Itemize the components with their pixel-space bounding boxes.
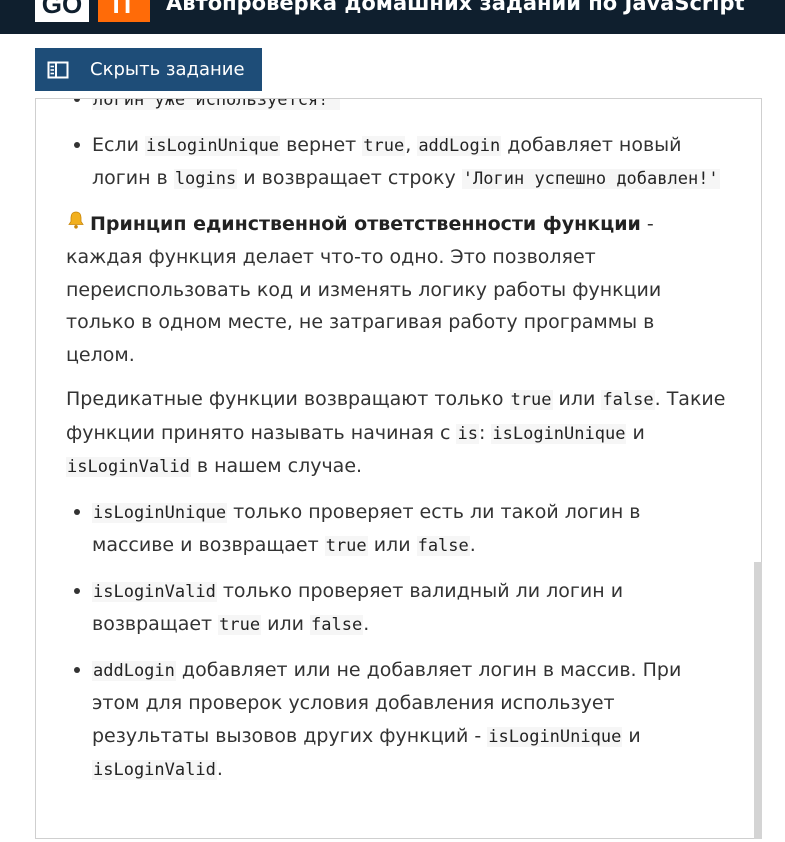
text: ,: [405, 133, 418, 156]
list-item: addLogin добавляет или не добавляет логи…: [66, 654, 726, 787]
logo-go: GO: [35, 0, 89, 22]
code: logins: [173, 169, 238, 189]
code: isLoginValid: [66, 457, 191, 477]
text: :: [478, 421, 492, 444]
code: isLoginUnique: [487, 726, 623, 747]
code: false: [310, 615, 364, 635]
principle-paragraph: Принцип единственной ответственности фун…: [66, 208, 726, 372]
code: true: [362, 135, 406, 156]
functions-list: isLoginUnique только проверяет есть ли т…: [66, 496, 726, 787]
scrollbar-thumb[interactable]: [754, 562, 762, 839]
hide-task-label: Скрыть задание: [90, 59, 245, 80]
code: true: [324, 536, 368, 556]
code: is: [456, 423, 479, 444]
text: Предикатные функции возвращают только: [66, 388, 510, 410]
top-header: GO IT Автопроверка домашних заданий по J…: [0, 0, 785, 34]
code: isLoginUnique: [92, 502, 228, 523]
book-open-icon: [47, 61, 69, 79]
list-item-cut: логин уже используется!': [66, 99, 726, 117]
text: в нашем случае.: [190, 455, 363, 477]
code: true: [509, 390, 553, 410]
bell-icon: [66, 209, 90, 242]
text: и: [622, 724, 641, 747]
code: true: [218, 615, 262, 635]
code: isLoginValid: [92, 760, 217, 780]
code: false: [416, 536, 470, 556]
text: .: [363, 613, 370, 635]
list-item: isLoginValid только проверяет валидный л…: [66, 575, 726, 642]
text: .: [216, 758, 223, 780]
list-item: Если isLoginUnique вернет true, addLogin…: [66, 129, 726, 196]
code: addLogin: [417, 135, 502, 156]
text: и возвращает строку: [237, 167, 462, 189]
code: false: [601, 390, 655, 410]
hide-task-button[interactable]: Скрыть задание: [35, 48, 262, 91]
logo-it: IT: [98, 0, 150, 22]
code: addLogin: [92, 660, 176, 681]
text: вернет: [280, 133, 363, 156]
text: и: [626, 421, 645, 444]
app-title: Автопроверка домашних заданий по JavaScr…: [166, 0, 745, 15]
list-item: isLoginUnique только проверяет есть ли т…: [66, 496, 726, 563]
code-cut: логин уже используется!': [92, 99, 340, 110]
goit-logo[interactable]: GO IT: [35, 0, 150, 22]
principle-text: - каждая функция делает что-то одно. Это…: [66, 212, 662, 366]
code: isLoginValid: [92, 581, 217, 602]
principle-title: Принцип единственной ответственности фун…: [90, 212, 641, 235]
task-content: логин уже используется!' Если isLoginUni…: [66, 99, 726, 799]
text: или: [367, 534, 417, 556]
code: isLoginUnique: [144, 135, 281, 156]
task-panel: логин уже используется!' Если isLoginUni…: [35, 98, 762, 839]
code: isLoginUnique: [491, 423, 627, 444]
text: .: [469, 534, 476, 556]
text: Если: [92, 133, 145, 156]
text: или: [261, 613, 311, 635]
text: или: [552, 388, 602, 410]
predicate-paragraph: Предикатные функции возвращают только tr…: [66, 383, 726, 484]
intro-list: логин уже используется!' Если isLoginUni…: [66, 99, 726, 196]
code: 'Логин успешно добавлен!': [461, 169, 720, 189]
